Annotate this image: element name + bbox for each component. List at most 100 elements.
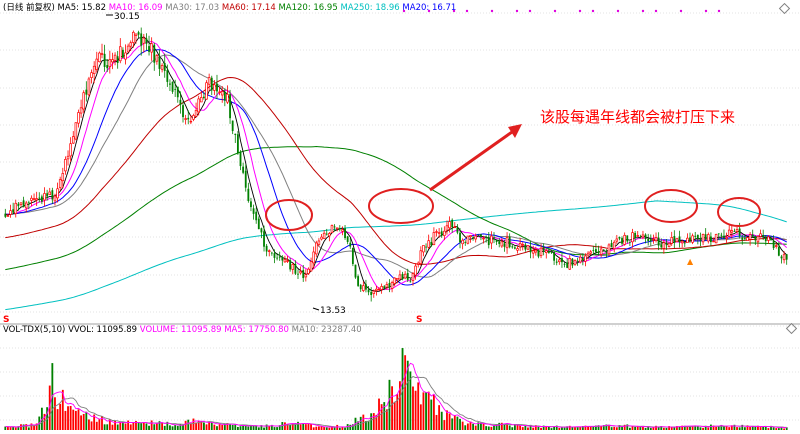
volume-bar: [187, 419, 190, 430]
volume-bar: [767, 428, 770, 430]
volume-bar: [490, 426, 493, 430]
volume-bar: [161, 422, 164, 430]
candle-body: [307, 268, 310, 274]
volume-bar: [435, 414, 438, 430]
candle-body: [746, 237, 749, 241]
candle-body: [35, 198, 38, 201]
volume-bar: [592, 426, 595, 430]
volume-bar: [563, 427, 566, 430]
candle-body: [354, 264, 357, 278]
candle-body: [764, 237, 767, 242]
volume-bar: [239, 426, 242, 430]
volume-bar: [234, 424, 237, 430]
volume-bar: [72, 409, 75, 430]
volume-bar: [631, 426, 634, 430]
candle-body: [315, 242, 318, 255]
candle-body: [531, 250, 535, 254]
candle-body: [92, 65, 96, 75]
candle-body: [119, 46, 122, 62]
candle-body: [602, 249, 605, 251]
candle-body: [51, 190, 54, 200]
volume-bar: [772, 427, 775, 430]
candle-body: [148, 46, 150, 52]
candle-body: [767, 236, 770, 241]
candle-body: [503, 243, 506, 247]
volume-bar: [98, 418, 101, 430]
volume-bar: [302, 423, 305, 430]
candle-body: [40, 196, 43, 202]
candle-body: [87, 78, 91, 96]
candle-body: [278, 256, 281, 258]
candle-body: [409, 281, 412, 283]
header-label-0: VOL-TDX(5,10): [3, 325, 68, 335]
candle-body: [312, 251, 315, 264]
volume-bar: [547, 426, 550, 430]
candle-body: [500, 241, 504, 247]
candle-body: [124, 52, 127, 60]
volume-bar: [189, 423, 192, 430]
volume-bar: [221, 424, 224, 430]
candle-body: [518, 242, 522, 248]
volume-bar: [153, 424, 156, 430]
candle-body: [174, 89, 177, 90]
candle-body: [297, 273, 299, 275]
candle-body: [712, 240, 715, 243]
candle-body: [652, 239, 655, 241]
candle-body: [30, 197, 33, 201]
candle-body: [435, 231, 438, 233]
candle-body: [717, 233, 720, 235]
volume-bar: [171, 426, 174, 430]
candle-body: [477, 234, 480, 236]
candle-body: [411, 273, 415, 281]
event-dot: [641, 9, 645, 13]
volume-bar: [628, 427, 631, 430]
candle-body: [513, 247, 516, 249]
volume-bar: [14, 427, 17, 430]
candle-body: [534, 249, 538, 253]
volume-bar: [263, 427, 265, 430]
candle-body: [150, 43, 153, 53]
volume-bar: [777, 428, 780, 430]
candle-body: [341, 229, 344, 232]
event-dot: [553, 9, 557, 13]
candle-body: [686, 237, 689, 243]
volume-bar: [448, 413, 451, 430]
volume-bar: [644, 428, 647, 430]
candle-body: [187, 117, 190, 120]
candle-body: [707, 234, 710, 242]
volume-bar: [378, 398, 380, 430]
candle-body: [357, 276, 360, 286]
candle-body: [132, 31, 135, 43]
candle-body: [480, 234, 482, 238]
volume-bar: [54, 397, 56, 430]
event-dot: [679, 9, 683, 13]
volume-bar: [665, 427, 668, 430]
volume-bar: [775, 428, 778, 430]
volume-bar: [195, 422, 197, 430]
candle-body: [621, 238, 623, 244]
candle: [357, 274, 360, 287]
candle-body: [158, 57, 161, 69]
volume-bar: [289, 425, 292, 430]
candle-body: [584, 255, 587, 262]
candle-body: [550, 251, 553, 253]
candle-body: [670, 237, 673, 244]
volume-bar: [174, 424, 177, 430]
candle-body: [372, 290, 376, 294]
volume-bar: [192, 418, 195, 430]
volume-bar: [461, 421, 464, 430]
header-label-3: MA60: 17.14: [222, 3, 279, 13]
candle-body: [113, 54, 117, 61]
volume-bar: [367, 420, 370, 430]
candle-body: [142, 37, 146, 44]
volume-bar: [571, 427, 574, 430]
candle-body: [427, 240, 430, 248]
candle-body: [169, 83, 171, 85]
candle-body: [116, 56, 119, 63]
candle-body: [639, 237, 642, 239]
volume-bar: [27, 427, 30, 430]
candle-body: [218, 91, 221, 94]
volume-bar: [176, 425, 179, 430]
volume-bar: [443, 420, 446, 430]
volume-bar: [537, 426, 540, 430]
